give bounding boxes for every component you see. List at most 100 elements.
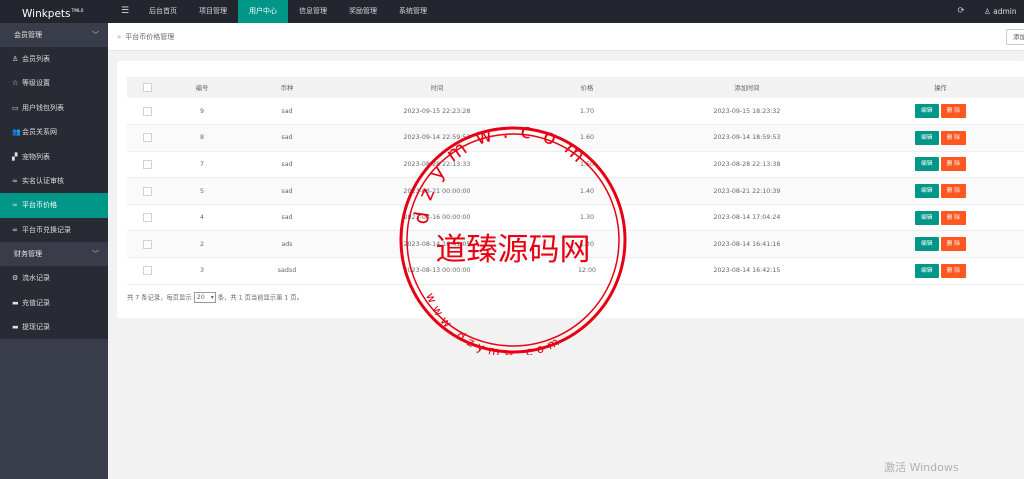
row-checkbox[interactable] — [142, 186, 152, 196]
cell-price: 1.70 — [537, 98, 637, 126]
sidebar-item-label: 宠物列表 — [22, 152, 50, 161]
cell-id: 5 — [167, 177, 237, 205]
windows-activation-notice: 激活 Windows — [884, 461, 959, 474]
delete-button[interactable]: 删 除 — [940, 157, 967, 172]
add-button[interactable]: 添加 — [1006, 29, 1024, 45]
edit-button[interactable]: 编辑 — [914, 157, 939, 172]
top-bar: WinkpetsTML0 ☰ 后台首页 项目管理 用户中心 信息管理 奖励管理 … — [0, 0, 1024, 23]
sidebar-item-kyc[interactable]: ∞ 实名认证审核 — [0, 168, 108, 194]
cell-coin: sad — [237, 204, 337, 232]
cell-price: 1.30 — [537, 204, 637, 232]
cell-added-time: 2023-08-14 16:42:15 — [637, 257, 857, 285]
sidebar-item-label: 会员列表 — [22, 55, 50, 63]
breadcrumb-bar: » 平台币价格管理 添加 — [108, 23, 1024, 51]
delete-button[interactable]: 删 除 — [940, 210, 967, 225]
cell-id: 4 — [167, 204, 237, 232]
nav-item-home[interactable]: 后台首页 — [138, 0, 188, 23]
table-header: 编号 币种 时间 价格 添加时间 操作 — [127, 77, 1024, 98]
breadcrumb: » 平台币价格管理 — [117, 23, 174, 51]
edit-button[interactable]: 编辑 — [914, 237, 939, 252]
edit-button[interactable]: 编辑 — [914, 130, 939, 145]
select-all-checkbox[interactable] — [142, 83, 152, 92]
cell-actions: 编辑删 除 — [857, 230, 1024, 259]
logo-text: Winkpets — [22, 8, 71, 20]
cell-time: 2023-08-16 00:00:00 — [337, 204, 537, 232]
sidebar-group-label: 会员管理 — [14, 31, 42, 39]
delete-button[interactable]: 删 除 — [940, 104, 967, 119]
sidebar-item-level-settings[interactable]: ☆ 等级设置 — [0, 71, 108, 96]
refresh-icon[interactable]: ⟳ — [954, 0, 968, 23]
sidebar-item-label: 流水记录 — [22, 274, 50, 283]
cell-actions: 编辑删 除 — [857, 177, 1024, 205]
cell-price: 1.20 — [537, 230, 637, 259]
nav-item-rewards[interactable]: 奖励管理 — [338, 0, 388, 23]
edit-button[interactable]: 编辑 — [914, 210, 939, 225]
col-added-time: 添加时间 — [637, 77, 857, 98]
user-icon: ♙ — [12, 55, 19, 63]
cell-actions: 编辑删 除 — [857, 204, 1024, 232]
sidebar-item-pets[interactable]: ▞ 宠物列表 — [0, 144, 108, 169]
sidebar-item-label: 提现记录 — [22, 322, 50, 331]
sidebar-item-label: 充值记录 — [22, 298, 50, 307]
delete-button[interactable]: 删 除 — [940, 130, 967, 145]
nav-item-user-center[interactable]: 用户中心 — [238, 0, 288, 23]
sidebar-item-coin-price[interactable]: ∞ 平台币价格 — [0, 193, 108, 218]
page-size-select[interactable]: 20 — [193, 292, 216, 303]
nav-item-info[interactable]: 信息管理 — [288, 0, 338, 23]
row-checkbox[interactable] — [142, 213, 152, 223]
sidebar-item-label: 用户钱包列表 — [22, 103, 64, 112]
user-menu[interactable]: ♙ admin — [984, 0, 1017, 23]
nav-item-system[interactable]: 系统管理 — [388, 0, 438, 23]
sidebar-item-wallets[interactable]: ▭ 用户钱包列表 — [0, 95, 108, 121]
edit-button[interactable]: 编辑 — [914, 263, 939, 278]
delete-button[interactable]: 删 除 — [940, 237, 967, 252]
edit-button[interactable]: 编辑 — [914, 184, 939, 199]
sidebar-item-recharge[interactable]: ▬ 充值记录 — [0, 290, 108, 315]
link-icon: ∞ — [12, 176, 18, 185]
row-checkbox[interactable] — [142, 106, 152, 116]
sidebar-item-coin-exchange[interactable]: ∞ 平台币兑换记录 — [0, 217, 108, 243]
cell-actions: 编辑删 除 — [857, 257, 1024, 285]
price-table: 编号 币种 时间 价格 添加时间 操作 9 sad 2023-09-15 22:23… — [127, 77, 1024, 285]
card-icon: ▭ — [12, 103, 19, 112]
row-checkbox[interactable] — [142, 266, 152, 276]
cell-time: 2023-09-14 22:59:52 — [337, 124, 537, 152]
sidebar-item-withdraw[interactable]: ▬ 提现记录 — [0, 314, 108, 340]
sidebar-item-transactions[interactable]: ⚙ 流水记录 — [0, 266, 108, 291]
delete-button[interactable]: 删 除 — [940, 263, 967, 278]
cell-added-time: 2023-08-28 22:13:38 — [637, 151, 857, 179]
sidebar-item-relations[interactable]: 👥会员关系网 — [0, 120, 108, 145]
card-icon: ▬ — [12, 298, 19, 307]
star-icon: ☆ — [12, 79, 19, 88]
sidebar: 会员管理 ﹀ ♙ 会员列表 ☆ 等级设置 ▭ 用户钱包列表 👥会员关系网 ▞ 宠物列表 ∞… — [0, 23, 108, 479]
table-row: 3 sadsd 2023-08-13 00:00:00 12.00 2023-08-14… — [127, 257, 1024, 285]
cell-coin: sad — [237, 98, 337, 126]
row-checkbox[interactable] — [142, 133, 152, 143]
sidebar-group-members[interactable]: 会员管理 ﹀ — [0, 23, 108, 47]
hamburger-icon[interactable]: ☰ — [118, 0, 132, 23]
user-icon: ♙ — [984, 7, 994, 16]
row-select-cell — [127, 230, 167, 259]
app-logo[interactable]: WinkpetsTML0 — [0, 0, 108, 23]
delete-button[interactable]: 删 除 — [940, 184, 967, 199]
cell-id: 9 — [167, 98, 237, 126]
row-checkbox[interactable] — [142, 239, 152, 249]
edit-button[interactable]: 编辑 — [914, 104, 939, 119]
sidebar-group-finance[interactable]: 财务管理 ﹀ — [0, 242, 108, 267]
link-icon: ∞ — [12, 201, 18, 210]
nav-item-projects[interactable]: 项目管理 — [188, 0, 238, 23]
col-price: 价格 — [537, 77, 637, 98]
row-checkbox[interactable] — [142, 159, 152, 169]
cell-price: 1.50 — [537, 151, 637, 179]
row-select-cell — [127, 124, 167, 152]
sidebar-item-member-list[interactable]: ♙ 会员列表 — [0, 47, 108, 72]
gear-icon: ⚙ — [12, 274, 19, 283]
sidebar-item-label: 会员关系网 — [22, 128, 57, 137]
table-row: 2 ads 2023-08-14 16:41:05 1.20 2023-08-14 16… — [127, 230, 1024, 259]
cell-added-time: 2023-09-15 18:23:32 — [637, 98, 857, 126]
cell-added-time: 2023-08-14 16:41:16 — [637, 230, 857, 259]
cell-price: 12.00 — [537, 257, 637, 285]
users-icon: 👥 — [12, 128, 21, 137]
pager-prefix: 共 7 条记录，每页显示 — [127, 294, 192, 302]
col-time: 时间 — [337, 77, 537, 98]
